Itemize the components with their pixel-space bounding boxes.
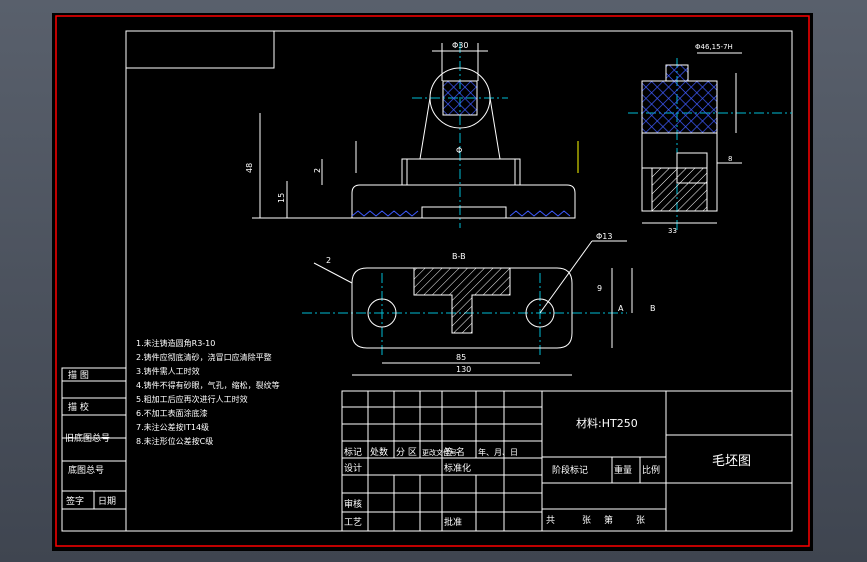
- section-view: [302, 240, 633, 376]
- sheet-unit-label: 张: [636, 515, 645, 526]
- note-6: 6.不加工表面涂底漆: [136, 408, 208, 418]
- front-view-dims: Φ30 48 15 2 Φ: [245, 41, 468, 203]
- dim-width-2: 130: [456, 365, 471, 374]
- side-label-base-no: 底图总号: [68, 464, 104, 476]
- drawing-viewport[interactable]: 描 图 描 校 旧底图总号 底图总号 签字 日期 1.未注铸造圆角R3-10 2…: [52, 13, 813, 551]
- side-table-labels: 描 图 描 校 旧底图总号 底图总号 签字 日期: [65, 369, 116, 507]
- drawing-name: 毛坯图: [712, 454, 751, 469]
- dim-shaft-dia: Φ30: [452, 41, 468, 50]
- note-2: 2.铸件应彻底清砂，浇冒口应清除平整: [136, 352, 272, 362]
- chamfer-label: 2: [326, 256, 331, 265]
- dim-left-tiny: 2: [313, 168, 322, 173]
- side-top-label: Φ46,15-7H: [695, 43, 733, 51]
- process-label: 工艺: [344, 517, 362, 528]
- hdr-zone: 分 区: [396, 447, 417, 458]
- side-label-date: 日期: [98, 496, 116, 507]
- standardize-label: 标准化: [444, 462, 471, 474]
- dim-right-2: 8: [728, 155, 732, 163]
- dim-lower-a: A: [618, 304, 624, 313]
- title-block-text: 材料:HT250 毛坯图 标记 处数 分 区 更改文件号 签 名 年、月、日 设…: [344, 416, 751, 528]
- total-label: 共: [546, 515, 555, 526]
- dim-right-1: 33: [668, 227, 677, 235]
- hdr-date: 年、月、日: [478, 447, 518, 457]
- note-8: 8.未注形位公差按C级: [136, 436, 213, 446]
- dim-left-small: 15: [277, 193, 286, 203]
- note-4: 4.铸件不得有砂眼，气孔，缩松，裂纹等: [136, 380, 280, 390]
- hdr-mark: 标记: [344, 446, 362, 458]
- dim-lower-b: 9: [597, 284, 602, 293]
- side-label-sign: 签字: [66, 495, 84, 507]
- weight-label: 重量: [614, 464, 632, 476]
- dim-center: Φ: [456, 146, 462, 155]
- sheets-label: 张: [582, 515, 591, 526]
- hole-label: Φ13: [596, 232, 612, 241]
- scale-label: 比例: [642, 464, 660, 476]
- dim-width-1: 85: [456, 353, 466, 362]
- note-5: 5.粗加工后应再次进行人工时效: [136, 394, 248, 404]
- dim-lower-c: B: [650, 304, 656, 313]
- dim-height: 48: [245, 163, 254, 173]
- section-label: B-B: [452, 252, 466, 261]
- hdr-sign: 签 名: [444, 446, 465, 458]
- material-label: 材料:HT250: [576, 416, 638, 430]
- approve-label: 批准: [444, 516, 462, 528]
- note-1: 1.未注铸造圆角R3-10: [136, 338, 215, 348]
- front-view: [252, 43, 579, 228]
- note-7: 7.未注公差按IT14级: [136, 422, 209, 432]
- side-view: [628, 52, 792, 233]
- side-label-draw: 描 图: [68, 369, 89, 381]
- section-view-dims: B-B Φ13 2 85 130 A 9 B: [326, 232, 656, 374]
- note-3: 3.铸件需人工时效: [136, 366, 200, 376]
- design-label: 设计: [344, 462, 362, 474]
- hdr-count: 处数: [370, 446, 388, 458]
- cad-drawing: 描 图 描 校 旧底图总号 底图总号 签字 日期 1.未注铸造圆角R3-10 2…: [55, 15, 810, 547]
- code-box: [125, 30, 275, 69]
- side-label-check: 描 校: [68, 401, 89, 413]
- side-label-old-no: 旧底图总号: [65, 432, 110, 444]
- technical-notes: 1.未注铸造圆角R3-10 2.铸件应彻底清砂，浇冒口应清除平整 3.铸件需人工…: [136, 338, 280, 446]
- sheet-no-label: 第: [604, 514, 613, 526]
- stage-mark-label: 阶段标记: [552, 464, 588, 476]
- review-label: 审核: [344, 498, 362, 510]
